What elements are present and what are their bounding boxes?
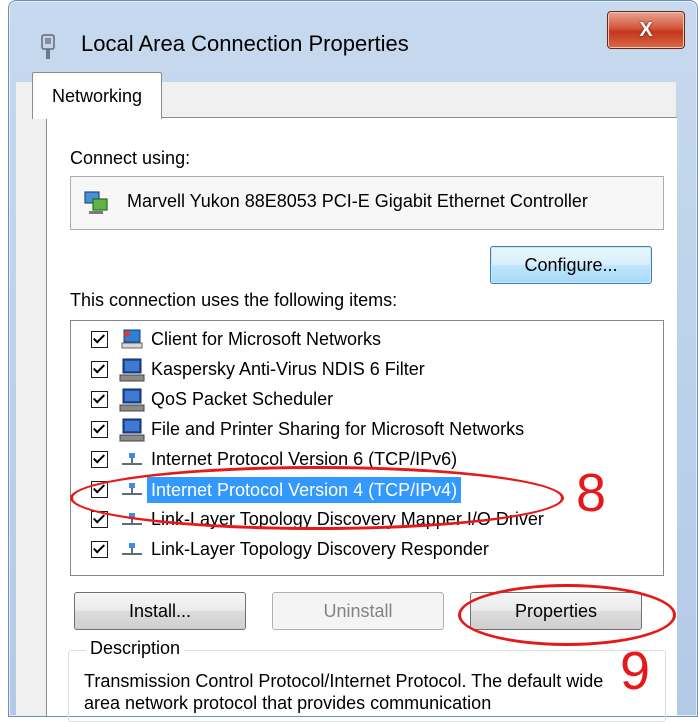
items-label: This connection uses the following items…	[70, 290, 398, 310]
item-checkbox[interactable]	[91, 331, 108, 348]
install-button-label: Install...	[128, 600, 192, 621]
item-label: Client for Microsoft Networks	[151, 329, 382, 349]
adapter-name: Marvell Yukon 88E8053 PCI-E Gigabit Ethe…	[127, 191, 588, 211]
list-item[interactable]: QoS Packet Scheduler	[71, 385, 661, 415]
item-checkbox[interactable]	[91, 361, 108, 378]
network-adapter-icon	[84, 191, 108, 214]
item-checkbox[interactable]	[91, 451, 108, 468]
components-list[interactable]: Client for Microsoft Networks Kaspersky …	[70, 320, 664, 576]
configure-button-label: Configure...	[524, 254, 618, 275]
item-label: QoS Packet Scheduler	[151, 389, 334, 409]
annotation-ellipse-ipv4	[70, 466, 564, 530]
install-button[interactable]: Install...	[74, 592, 246, 630]
annotation-step-9: 9	[620, 641, 651, 701]
item-label: Link-Layer Topology Discovery Responder	[151, 539, 489, 559]
configure-button[interactable]: Configure...	[490, 246, 652, 284]
tab-label: Networking	[51, 85, 143, 106]
list-item[interactable]: Client for Microsoft Networks	[71, 325, 661, 355]
description-text: Transmission Control Protocol/Internet P…	[84, 671, 604, 713]
item-checkbox[interactable]	[91, 421, 108, 438]
item-label: Kaspersky Anti-Virus NDIS 6 Filter	[151, 359, 425, 379]
computer-icon	[119, 388, 145, 412]
computer-icon	[119, 358, 145, 382]
computer-icon	[119, 418, 145, 442]
network-connection-icon	[41, 34, 55, 59]
item-label: File and Printer Sharing for Microsoft N…	[151, 419, 525, 439]
annotation-step-8: 8	[576, 463, 607, 523]
item-checkbox[interactable]	[91, 541, 108, 558]
description-legend: Description	[86, 638, 185, 659]
uninstall-button-label: Uninstall	[323, 600, 393, 621]
window-title: Local Area Connection Properties	[81, 31, 409, 56]
protocol-icon	[122, 453, 142, 465]
uninstall-button: Uninstall	[272, 592, 444, 630]
list-item[interactable]: Kaspersky Anti-Virus NDIS 6 Filter	[71, 355, 661, 385]
annotation-ellipse-properties	[458, 584, 676, 646]
item-checkbox[interactable]	[91, 391, 108, 408]
adapter-field: Marvell Yukon 88E8053 PCI-E Gigabit Ethe…	[70, 176, 664, 230]
protocol-icon	[122, 543, 142, 555]
connect-using-label: Connect using:	[70, 148, 191, 168]
list-item[interactable]: File and Printer Sharing for Microsoft N…	[71, 415, 661, 445]
list-item[interactable]: Link-Layer Topology Discovery Responder	[71, 535, 661, 565]
close-icon: X	[639, 18, 653, 41]
network-client-icon	[121, 329, 143, 349]
close-button[interactable]: X	[607, 11, 685, 49]
tab-networking[interactable]: Networking	[32, 72, 162, 119]
